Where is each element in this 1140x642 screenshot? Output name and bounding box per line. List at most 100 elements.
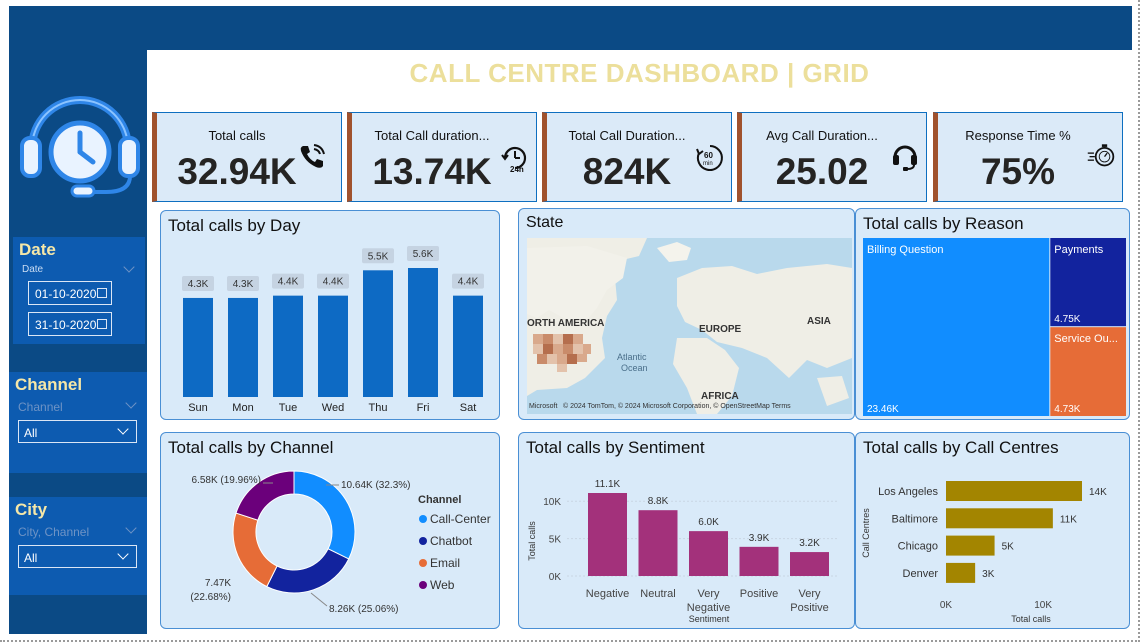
legend-marker	[419, 559, 427, 567]
data-label: 7.47K	[205, 578, 231, 589]
day-bar	[363, 270, 393, 397]
data-label: 3.9K	[749, 533, 770, 544]
x-tick-label: Positive	[790, 602, 829, 614]
channel-dropdown[interactable]: All	[18, 420, 137, 443]
date-slicer: Date Date 01-10-2020 31-10-2020	[13, 237, 145, 344]
date-slicer-subtitle: Date	[22, 264, 44, 275]
chevron-down-icon[interactable]	[125, 397, 137, 409]
date-end-value: 31-10-2020	[35, 318, 97, 332]
call-centre-bar	[946, 535, 995, 556]
channel-donut-chart: 10.64K (32.3%) 8.26K (25.06%) 7.47K (22.68%…	[190, 470, 491, 615]
state-map-card[interactable]: State ORTH AMERICA EUROPE ASIA AFRICA At…	[518, 208, 855, 420]
kpi-value: 75%	[980, 151, 1056, 192]
y-tick-label: Denver	[903, 568, 939, 580]
data-label: 8.8K	[648, 496, 669, 507]
60-min-icon: 60 min	[696, 145, 723, 171]
city-dropdown[interactable]: All	[18, 545, 137, 568]
sentiment-bar	[790, 552, 829, 576]
channel-slicer-title: Channel	[15, 375, 83, 394]
legend-label: Chatbot	[430, 534, 473, 548]
city-slicer-subtitle: City, Channel	[18, 525, 90, 539]
kpi-value: 13.74K	[372, 151, 492, 192]
chevron-down-icon[interactable]	[117, 548, 129, 560]
treemap-name: Payments	[1054, 244, 1103, 256]
map-label-africa: AFRICA	[701, 391, 739, 402]
map-credit[interactable]: © 2024 TomTom, © 2024 Microsoft Corporat…	[563, 402, 791, 410]
day-bar	[273, 295, 303, 397]
svg-text:60: 60	[704, 151, 713, 160]
24h-clock-icon: 24h	[501, 146, 527, 173]
stopwatch-icon	[1087, 144, 1115, 167]
x-tick-label: 0K	[940, 600, 953, 611]
y-tick-label: Baltimore	[892, 513, 938, 525]
calendar-icon[interactable]	[97, 319, 107, 329]
x-tick-label: Negative	[687, 602, 730, 614]
data-label: 3K	[982, 569, 995, 580]
x-tick-label: Positive	[740, 588, 779, 600]
map-label-europe: EUROPE	[699, 324, 742, 335]
donut-slice	[266, 548, 350, 594]
chart-card-calls-by-sentiment[interactable]: Total calls by Sentiment 0K 5K 10K 11.1K Neg…	[518, 432, 855, 629]
date-end-input[interactable]: 31-10-2020	[28, 312, 112, 336]
chevron-down-icon[interactable]	[123, 261, 135, 273]
chevron-down-icon[interactable]	[125, 522, 137, 534]
legend-marker	[419, 581, 427, 589]
x-tick-label: Fri	[417, 402, 430, 414]
data-label: 6.0K	[698, 517, 719, 528]
city-slicer-title: City	[15, 500, 48, 519]
headset-icon	[893, 145, 917, 171]
chart-card-calls-by-call-centres[interactable]: Total calls by Call Centres 14K Los Angel…	[855, 432, 1130, 629]
day-bar	[183, 297, 213, 397]
treemap-value: 4.73K	[1054, 404, 1080, 415]
kpi-label: Response Time %	[965, 128, 1071, 143]
x-tick-label: Sat	[460, 402, 477, 414]
kpi-label: Avg Call Duration...	[766, 128, 878, 143]
data-label: 10.64K (32.3%)	[341, 480, 411, 491]
calendar-icon[interactable]	[97, 288, 107, 298]
call-centre-bar	[946, 481, 1082, 501]
phone-icon	[300, 144, 325, 168]
svg-text:24h: 24h	[510, 165, 524, 173]
data-label: 4.4K	[323, 277, 344, 288]
city-slicer: City City, Channel All	[9, 497, 147, 595]
data-label: 5.6K	[413, 249, 434, 260]
reason-treemap: Billing Question 23.46K Payments 4.75K Servi…	[863, 238, 1126, 416]
data-label: 5.5K	[368, 251, 389, 262]
x-tick-label: 10K	[1034, 600, 1052, 611]
map-label-ocean: Atlantic	[617, 352, 647, 362]
world-map[interactable]: ORTH AMERICA EUROPE ASIA AFRICA Atlantic…	[527, 238, 852, 414]
map-label-north-america: ORTH AMERICA	[527, 318, 604, 329]
y-tick-label: 0K	[549, 572, 562, 583]
sentiment-bar	[689, 531, 728, 576]
data-label: 11K	[1060, 514, 1077, 525]
kpi-value: 25.02	[775, 151, 869, 192]
data-label: 4.4K	[278, 277, 299, 288]
x-tick-label: Sun	[188, 402, 208, 414]
top-bar	[9, 6, 1132, 50]
x-tick-label: Wed	[322, 402, 344, 414]
legend-label: Call-Center	[430, 512, 491, 526]
date-start-input[interactable]: 01-10-2020	[28, 281, 112, 305]
map-microsoft-logo: Microsoft	[529, 403, 557, 410]
leader-line	[310, 592, 328, 607]
sentiment-bar	[739, 546, 779, 576]
kpi-card-total-call-duration[interactable]: Total Call duration... 13.74K 24h	[347, 112, 537, 202]
chevron-down-icon[interactable]	[117, 423, 129, 435]
headset-clock-logo-icon	[20, 96, 140, 198]
kpi-card-total-calls[interactable]: Total calls 32.94K	[152, 112, 342, 202]
kpi-card-response-time[interactable]: Response Time % 75%	[933, 112, 1123, 202]
treemap-name: Service Ou...	[1054, 333, 1118, 345]
y-tick-label: 5K	[549, 535, 562, 546]
kpi-card-total-call-duration-minutes[interactable]: Total Call Duration... 824K 60 min	[542, 112, 732, 202]
x-tick-label: Very	[798, 588, 821, 600]
day-bar	[453, 295, 483, 397]
chart-card-calls-by-channel[interactable]: Total calls by Channel 10.64K (32.3%) 8.2…	[160, 432, 500, 629]
data-label: 3.2K	[799, 538, 820, 549]
sentiment-bar	[638, 510, 678, 576]
kpi-card-avg-call-duration[interactable]: Avg Call Duration... 25.02	[737, 112, 927, 202]
day-bar	[318, 295, 348, 397]
chart-card-calls-by-reason[interactable]: Total calls by Reason Billing Question 23…	[855, 208, 1130, 420]
day-bar	[408, 268, 438, 397]
treemap-tile	[863, 238, 1050, 416]
chart-card-calls-by-day[interactable]: Total calls by Day 4.3K Sun 4.3K Mon 4.4K Tue…	[160, 210, 500, 420]
